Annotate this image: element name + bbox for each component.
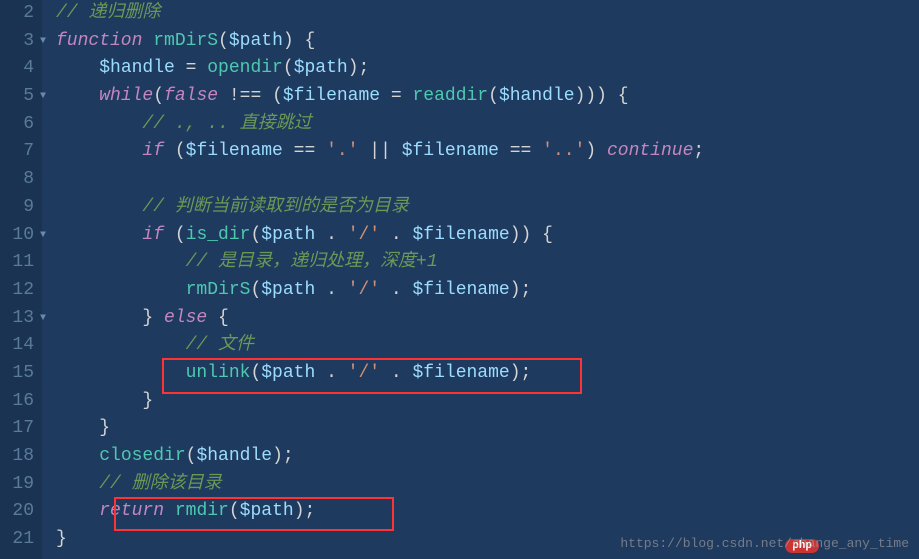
line-number: 16: [4, 388, 34, 416]
line-number: 20: [4, 498, 34, 526]
code-line[interactable]: if (is_dir($path . '/' . $filename)) {: [56, 222, 919, 250]
line-number: 15: [4, 360, 34, 388]
line-number: 5▼: [4, 83, 34, 111]
line-number: 12: [4, 277, 34, 305]
line-number: 9: [4, 194, 34, 222]
line-number: 3▼: [4, 28, 34, 56]
line-number: 11: [4, 249, 34, 277]
code-line[interactable]: // ., .. 直接跳过: [56, 111, 919, 139]
line-number: 2: [4, 0, 34, 28]
code-line[interactable]: // 删除该目录: [56, 471, 919, 499]
code-area[interactable]: // 递归删除 function rmDirS($path) { $handle…: [42, 0, 919, 559]
code-line[interactable]: // 文件: [56, 332, 919, 360]
code-line[interactable]: return rmdir($path);: [56, 498, 919, 526]
code-line[interactable]: closedir($handle);: [56, 443, 919, 471]
code-line[interactable]: $handle = opendir($path);: [56, 55, 919, 83]
code-line[interactable]: rmDirS($path . '/' . $filename);: [56, 277, 919, 305]
code-editor[interactable]: 2 3▼ 4 5▼ 6 7 8 9 10▼ 11 12 13▼ 14 15 16…: [0, 0, 919, 559]
code-line[interactable]: while(false !== ($filename = readdir($ha…: [56, 83, 919, 111]
code-line[interactable]: // 是目录，递归处理，深度+1: [56, 249, 919, 277]
line-number: 18: [4, 443, 34, 471]
line-number-gutter: 2 3▼ 4 5▼ 6 7 8 9 10▼ 11 12 13▼ 14 15 16…: [0, 0, 42, 559]
code-line[interactable]: }: [56, 415, 919, 443]
line-number: 10▼: [4, 222, 34, 250]
code-line[interactable]: if ($filename == '.' || $filename == '..…: [56, 138, 919, 166]
line-number: 6: [4, 111, 34, 139]
line-number: 14: [4, 332, 34, 360]
line-number: 13▼: [4, 305, 34, 333]
line-number: 19: [4, 471, 34, 499]
code-line[interactable]: function rmDirS($path) {: [56, 28, 919, 56]
code-line[interactable]: // 递归删除: [56, 0, 919, 28]
code-line[interactable]: // 判断当前读取到的是否为目录: [56, 194, 919, 222]
line-number: 4: [4, 55, 34, 83]
code-line[interactable]: [56, 166, 919, 194]
code-line[interactable]: }: [56, 388, 919, 416]
line-number: 17: [4, 415, 34, 443]
watermark-text: https://blog.csdn.net/change_any_time: [620, 536, 909, 551]
line-number: 7: [4, 138, 34, 166]
code-line[interactable]: } else {: [56, 305, 919, 333]
line-number: 21: [4, 526, 34, 554]
line-number: 8: [4, 166, 34, 194]
code-line[interactable]: unlink($path . '/' . $filename);: [56, 360, 919, 388]
